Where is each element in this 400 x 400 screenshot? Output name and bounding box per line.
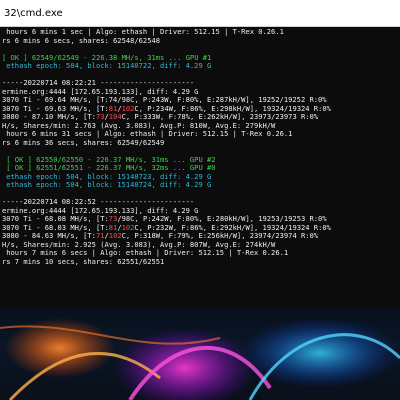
wallpaper-art (0, 318, 400, 400)
console-line: ethash epoch: 504, block: 15140722, diff… (2, 61, 398, 71)
cmd-window: 32\cmd.exe hours 6 mins 1 sec | Algo: et… (0, 0, 400, 308)
console-line: ethash epoch: 504, block: 15140724, diff… (2, 180, 398, 190)
console-text: ethash epoch: 504, block: 15140724, diff… (2, 180, 212, 189)
desktop-wallpaper (0, 308, 400, 400)
window-titlebar[interactable]: 32\cmd.exe (0, 0, 400, 27)
console-text: rs 6 mins 6 secs, shares: 62548/62548 (2, 35, 161, 45)
console-line: rs 7 mins 10 secs, shares: 62551/62551 (2, 256, 398, 267)
console-text: ethash epoch: 504, block: 15140722, diff… (2, 61, 212, 70)
console-text: rs 6 mins 36 secs, shares: 62549/62549 (2, 137, 165, 147)
window-title: 32\cmd.exe (4, 7, 63, 19)
console-output[interactable]: hours 6 mins 1 sec | Algo: ethash | Driv… (0, 27, 400, 266)
console-line: rs 6 mins 6 secs, shares: 62548/62548 (2, 35, 398, 46)
console-line: rs 6 mins 36 secs, shares: 62549/62549 (2, 137, 398, 148)
console-text: rs 7 mins 10 secs, shares: 62551/62551 (2, 256, 165, 266)
